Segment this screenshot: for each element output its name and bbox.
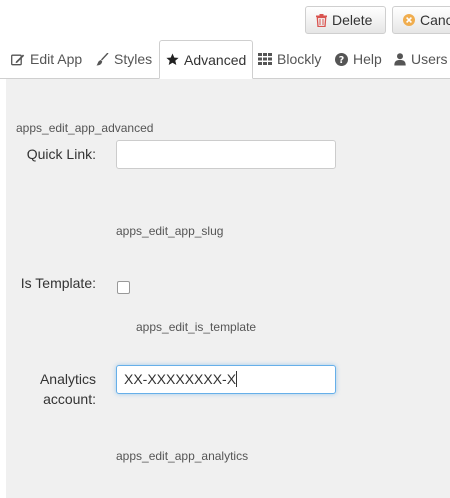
- tab-edit-app[interactable]: Edit App: [11, 40, 82, 78]
- tab-bar: Edit App Styles Advanced Blockly ? Help …: [0, 40, 450, 79]
- quick-link-help: apps_edit_app_slug: [116, 224, 224, 238]
- tab-help-label: Help: [353, 51, 382, 67]
- tab-users[interactable]: Users: [394, 40, 448, 78]
- tab-edit-app-label: Edit App: [30, 51, 83, 67]
- analytics-label-line1: Analytics: [39, 371, 96, 387]
- analytics-account-value: XX-XXXXXXXX-X: [124, 371, 237, 387]
- delete-button-label: Delete: [332, 12, 373, 28]
- delete-button[interactable]: Delete: [305, 6, 386, 34]
- star-icon: [166, 53, 179, 66]
- is-template-help: apps_edit_is_template: [136, 320, 257, 334]
- quick-link-label: Quick Link:: [26, 146, 96, 162]
- tab-styles[interactable]: Styles: [96, 40, 152, 78]
- tab-styles-label: Styles: [114, 51, 153, 67]
- tab-blockly[interactable]: Blockly: [258, 40, 321, 78]
- analytics-label-line2: account:: [43, 391, 96, 407]
- svg-text:?: ?: [339, 55, 345, 66]
- section-title: apps_edit_app_advanced: [16, 121, 154, 135]
- cancel-button-label: Canc: [420, 12, 450, 28]
- tab-users-label: Users: [411, 51, 448, 67]
- tab-advanced[interactable]: Advanced: [159, 40, 254, 79]
- question-icon: ?: [335, 52, 348, 66]
- analytics-account-input[interactable]: XX-XXXXXXXX-X: [116, 365, 336, 394]
- analytics-help: apps_edit_app_analytics: [116, 449, 249, 463]
- is-template-checkbox[interactable]: [117, 281, 130, 294]
- grid-icon: [258, 53, 272, 65]
- trash-icon: [316, 13, 327, 27]
- cancel-circle-icon: [403, 14, 415, 26]
- brush-icon: [96, 52, 109, 66]
- is-template-label: Is Template:: [20, 275, 96, 291]
- quick-link-input[interactable]: [116, 140, 336, 169]
- tab-blockly-label: Blockly: [277, 51, 322, 67]
- tab-help[interactable]: ? Help: [335, 40, 382, 78]
- user-icon: [394, 52, 406, 66]
- edit-icon: [11, 53, 25, 66]
- cancel-button[interactable]: Canc: [392, 6, 450, 34]
- text-cursor: [236, 371, 238, 387]
- tab-advanced-label: Advanced: [184, 51, 247, 68]
